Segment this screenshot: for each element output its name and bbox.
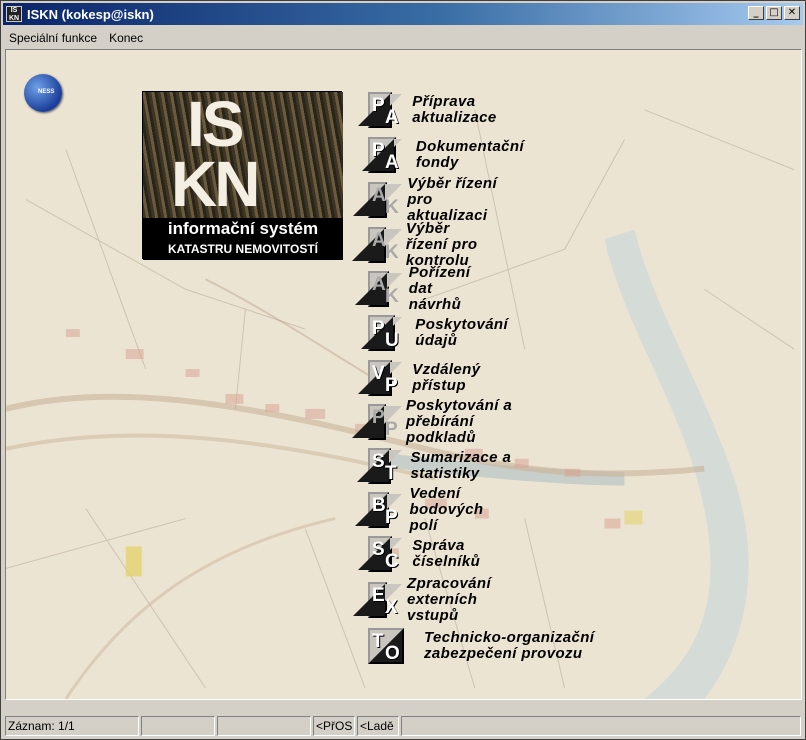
module-item-vyber-rizeni-aktualizaci[interactable]: AK Výběr řízení pro aktualizaci (353, 176, 504, 224)
module-label[interactable]: Pořízení dat návrhů (409, 265, 486, 313)
ex-module-icon[interactable]: EX (353, 582, 402, 618)
module-item-sumarizace-statistiky[interactable]: ST Sumarizace a statistiky (356, 446, 512, 486)
module-item-vzdaleny-pristup[interactable]: VP Vzdálený přístup (358, 358, 492, 398)
status-cell-2 (141, 716, 215, 736)
ak-module-icon[interactable]: AK (351, 227, 402, 263)
menu-bar: Speciální funkce Konec (3, 28, 803, 48)
ak-module-icon[interactable]: AK (354, 271, 402, 307)
module-label[interactable]: Správa číselníků (412, 538, 491, 570)
module-label[interactable]: Výběr řízení pro aktualizaci (407, 176, 504, 224)
pa-module-icon[interactable]: PA (361, 137, 402, 173)
module-item-porizeni-dat-navrhu[interactable]: AK Pořízení dat návrhů (354, 265, 486, 313)
status-record: Záznam: 1/1 (5, 716, 139, 736)
module-item-poskytovani-prebirani-podkladu[interactable]: PP Poskytování a přebírání podkladů (352, 398, 517, 446)
menu-special-functions[interactable]: Speciální funkce (3, 31, 103, 45)
status-bar: Záznam: 1/1 <PřOS <Ladě (3, 716, 803, 736)
module-item-vedeni-bodovych-poli[interactable]: BP Vedení bodových polí (355, 486, 498, 534)
menu-exit[interactable]: Konec (103, 31, 149, 45)
sc-module-icon[interactable]: SC (358, 536, 402, 572)
status-pros: <PřOS (313, 716, 355, 736)
status-lade: <Ladě (357, 716, 399, 736)
pp-module-icon[interactable]: PP (352, 404, 402, 440)
window-controls: _ □ ✕ (746, 6, 800, 20)
module-item-priprava-aktualizace[interactable]: PA Příprava aktualizace (358, 90, 508, 130)
iskn-logo-subtitle2: KATASTRU NEMOVITOSTÍ (143, 240, 343, 260)
module-label[interactable]: Technicko-organizační zabezpečení provoz… (424, 630, 664, 662)
status-cell-3 (217, 716, 311, 736)
title-bar[interactable]: IS KN ISKN (kokesp@iskn) _ □ ✕ (3, 3, 803, 25)
module-label[interactable]: Dokumentační fondy (416, 139, 532, 171)
close-button[interactable]: ✕ (784, 6, 800, 20)
iskn-logo-subtitle: informační systém (143, 218, 343, 240)
iskn-logo-is: IS (187, 88, 244, 160)
bp-module-icon[interactable]: BP (355, 492, 402, 528)
module-item-vyber-rizeni-kontrolu[interactable]: AK Výběr řízení pro kontrolu (351, 221, 487, 269)
module-label[interactable]: Výběr řízení pro kontrolu (406, 221, 487, 269)
module-label[interactable]: Zpracování externích vstupů (407, 576, 508, 624)
app-icon[interactable]: IS KN (6, 6, 22, 22)
minimize-button[interactable]: _ (748, 6, 764, 20)
module-item-dokumentacni-fondy[interactable]: PA Dokumentační fondy (361, 135, 532, 175)
module-label[interactable]: Příprava aktualizace (412, 94, 508, 126)
iskn-logo: IS KN informační systém KATASTRU NEMOVIT… (142, 88, 343, 260)
main-panel: NESS IS KN informační systém KATASTRU NE… (5, 49, 802, 700)
ness-logo-text: NESS (38, 89, 55, 95)
pa-module-icon[interactable]: PA (358, 92, 402, 128)
iskn-logo-kn: KN (171, 148, 260, 220)
status-cell-6 (401, 716, 801, 736)
ness-logo: NESS (24, 74, 62, 112)
pu-module-icon[interactable]: PU (361, 315, 402, 351)
module-label[interactable]: Sumarizace a statistiky (411, 450, 512, 482)
module-item-sprava-ciselniku[interactable]: SC Správa číselníků (358, 534, 492, 574)
main-window: IS KN ISKN (kokesp@iskn) _ □ ✕ Speciální… (0, 0, 806, 740)
window-title: ISKN (kokesp@iskn) (27, 6, 154, 22)
module-label[interactable]: Vedení bodových polí (409, 486, 498, 534)
module-label[interactable]: Poskytování a přebírání podkladů (406, 398, 517, 446)
vp-module-icon[interactable]: VP (358, 360, 402, 396)
module-label[interactable]: Poskytování údajů (415, 317, 516, 349)
maximize-button[interactable]: □ (766, 6, 782, 20)
ak-module-icon[interactable]: AK (353, 182, 402, 218)
module-item-poskytovani-udaju[interactable]: PU Poskytování údajů (361, 313, 517, 353)
module-item-technicko-organizacni[interactable]: TO Technicko-organizační zabezpečení pro… (368, 626, 664, 666)
module-item-zpracovani-externich-vstupu[interactable]: EX Zpracování externích vstupů (353, 576, 508, 624)
st-module-icon[interactable]: ST (356, 448, 402, 484)
to-module-icon[interactable]: TO (368, 628, 404, 664)
module-label[interactable]: Vzdálený přístup (412, 362, 492, 394)
